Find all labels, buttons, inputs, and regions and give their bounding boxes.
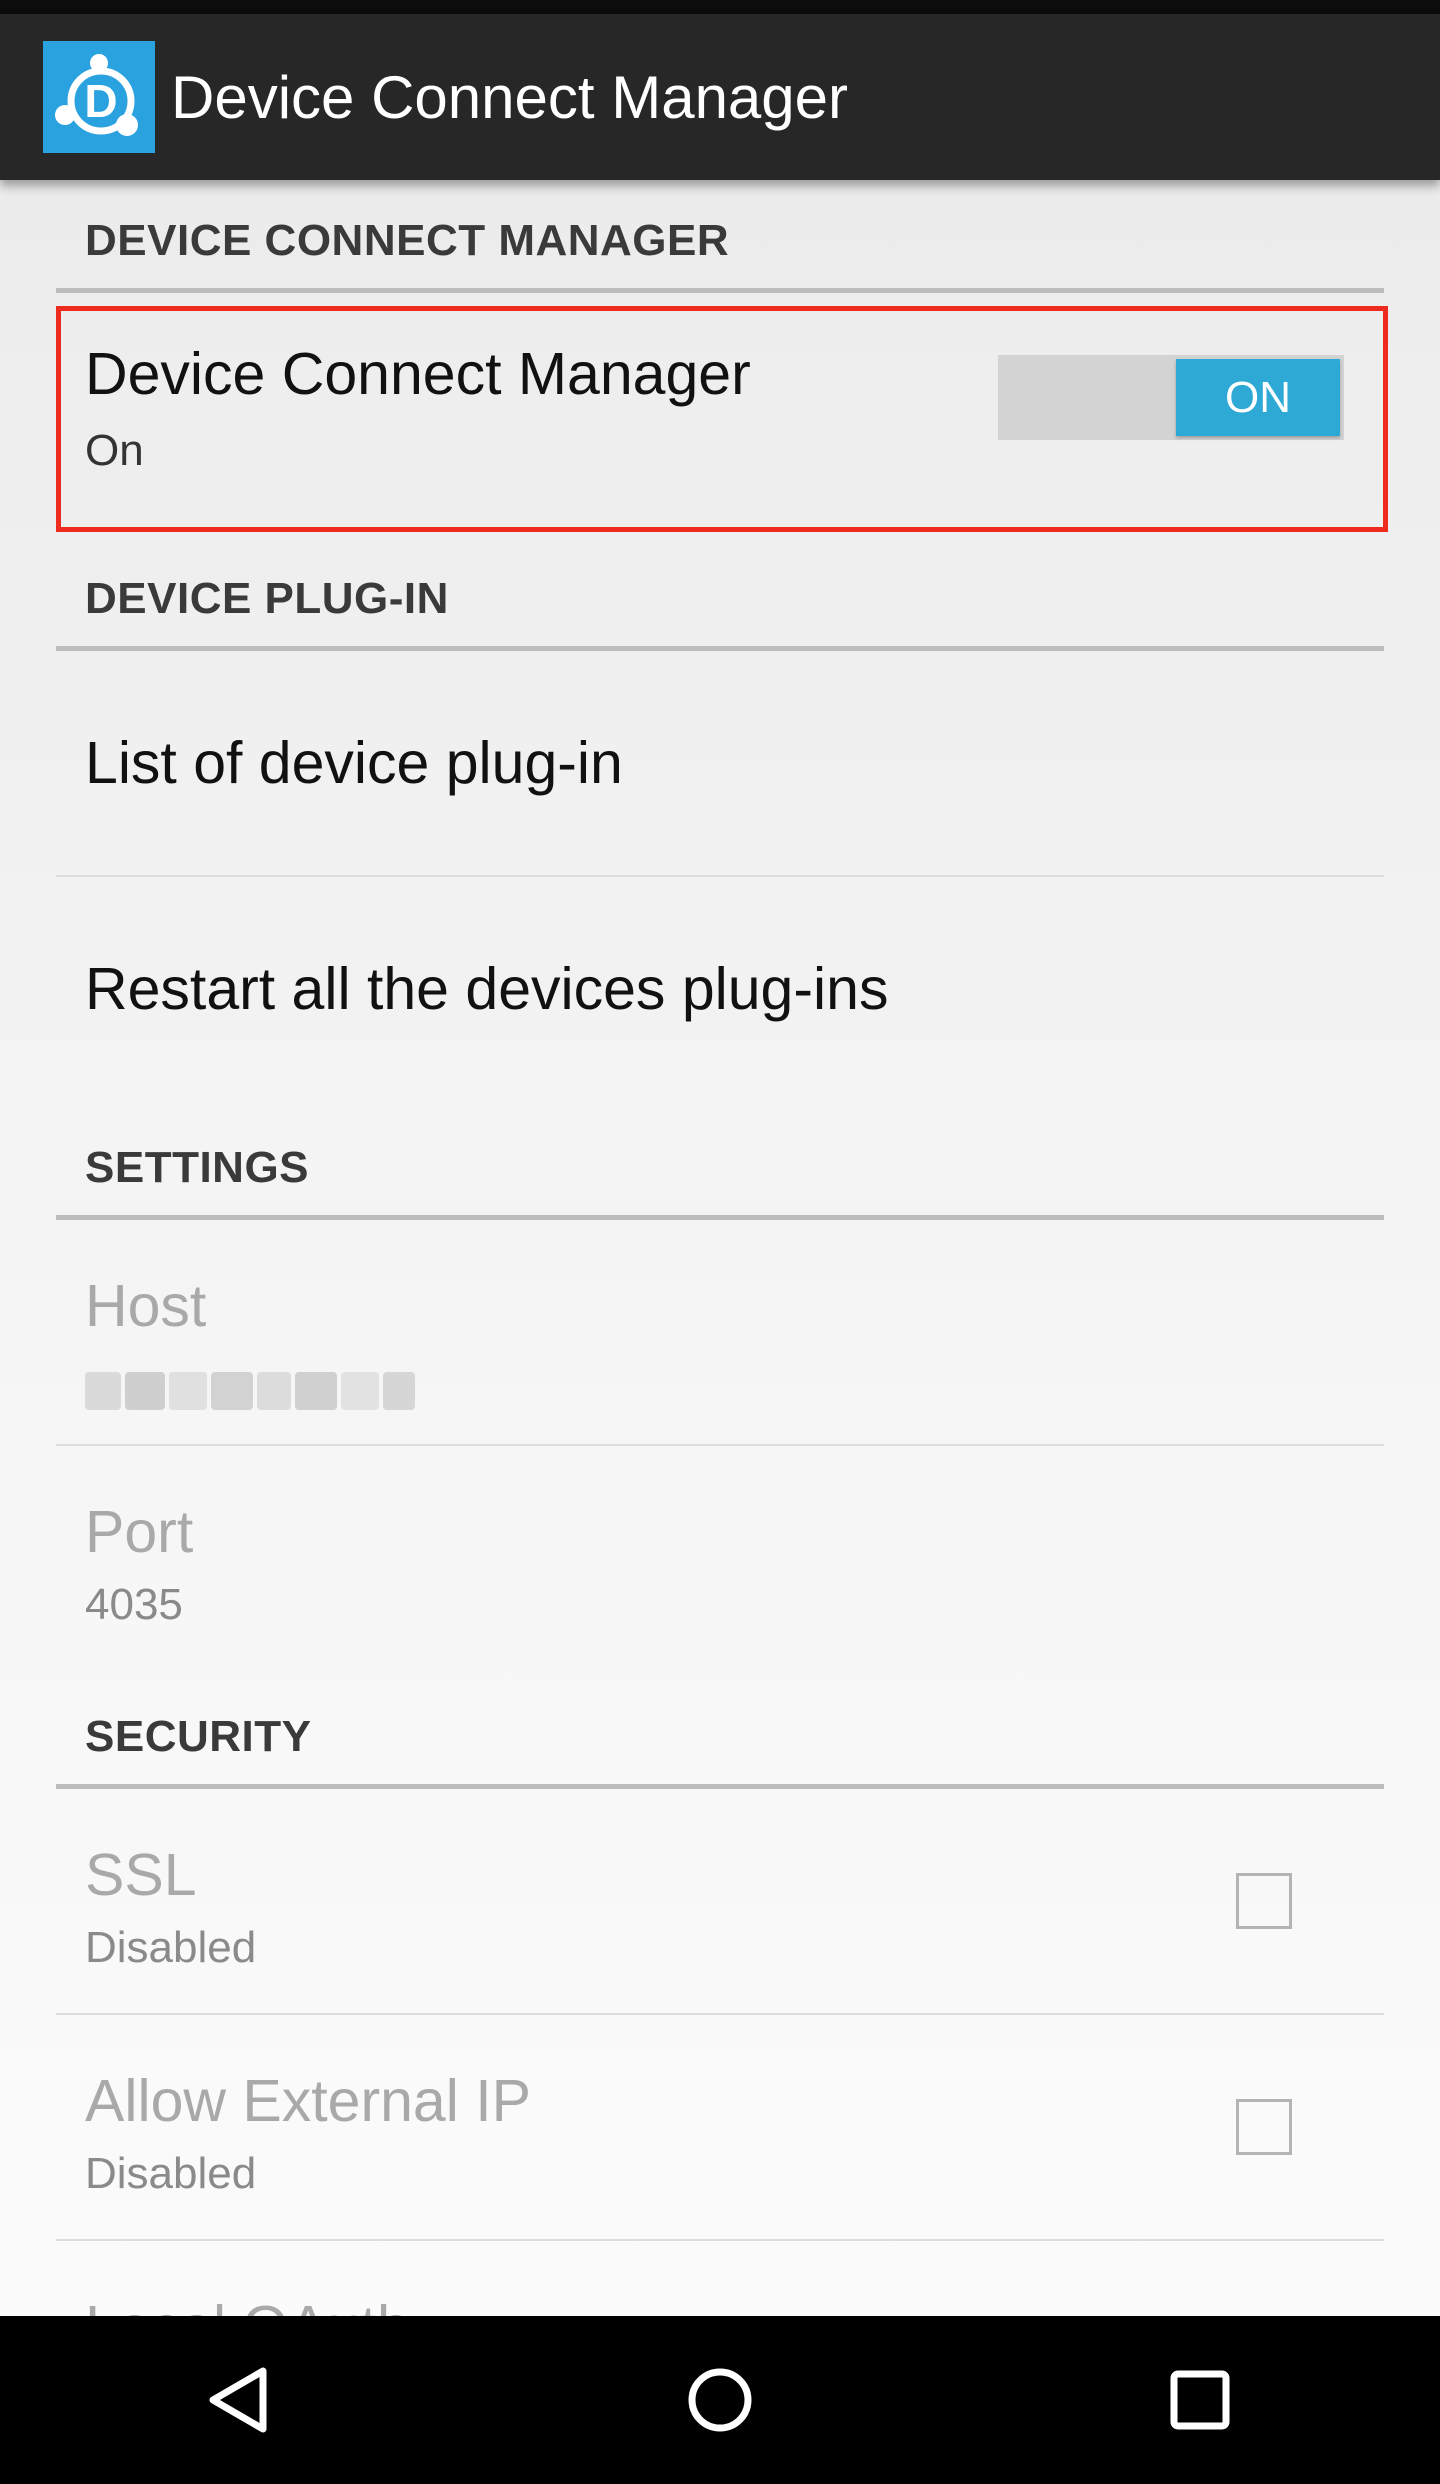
pref-list-plugins[interactable]: List of device plug-in bbox=[56, 651, 1384, 877]
pref-ssl[interactable]: SSL Disabled bbox=[56, 1789, 1384, 2015]
pref-local-oauth[interactable]: Local OAuth bbox=[56, 2241, 1384, 2316]
pref-title: Restart all the devices plug-ins bbox=[85, 956, 889, 1022]
pref-title: Local OAuth bbox=[85, 2293, 410, 2316]
status-bar bbox=[0, 0, 1440, 14]
pref-title: List of device plug-in bbox=[85, 730, 623, 796]
pref-host[interactable]: Host bbox=[56, 1220, 1384, 1446]
preferences-list[interactable]: DEVICE CONNECT MANAGER Device Connect Ma… bbox=[0, 180, 1440, 2316]
pref-title: Port bbox=[85, 1499, 194, 1565]
pref-title: Host bbox=[85, 1273, 207, 1339]
pref-summary: Disabled bbox=[85, 1923, 257, 1972]
pref-summary: 4035 bbox=[85, 1580, 183, 1629]
pref-restart-plugins[interactable]: Restart all the devices plug-ins bbox=[56, 877, 1384, 1103]
category-title: SETTINGS bbox=[85, 1143, 310, 1192]
pref-allow-external-ip[interactable]: Allow External IP Disabled bbox=[56, 2015, 1384, 2241]
home-icon[interactable] bbox=[650, 2330, 790, 2470]
pref-title: Allow External IP bbox=[85, 2068, 531, 2134]
action-bar: D Device Connect Manager bbox=[0, 14, 1440, 180]
highlight-box bbox=[56, 306, 1388, 532]
navigation-bar bbox=[0, 2316, 1440, 2484]
ssl-checkbox[interactable] bbox=[1236, 1873, 1292, 1929]
device-connect-logo-icon: D bbox=[43, 41, 155, 153]
pref-title: SSL bbox=[85, 1842, 197, 1908]
category-title: DEVICE PLUG-IN bbox=[85, 574, 449, 623]
pref-port[interactable]: Port 4035 bbox=[56, 1446, 1384, 1672]
category-device-connect-manager: DEVICE CONNECT MANAGER bbox=[56, 180, 1384, 293]
back-icon[interactable] bbox=[170, 2330, 310, 2470]
pref-summary: Disabled bbox=[85, 2149, 257, 2198]
category-settings: SETTINGS bbox=[56, 1103, 1384, 1220]
host-value-redacted bbox=[85, 1370, 415, 1412]
svg-text:D: D bbox=[84, 75, 117, 127]
category-device-plugin: DEVICE PLUG-IN bbox=[56, 532, 1384, 651]
external-ip-checkbox[interactable] bbox=[1236, 2099, 1292, 2155]
category-title: DEVICE CONNECT MANAGER bbox=[85, 216, 730, 265]
recents-icon[interactable] bbox=[1130, 2330, 1270, 2470]
app-title: Device Connect Manager bbox=[171, 63, 849, 131]
category-title: SECURITY bbox=[85, 1712, 312, 1761]
category-security: SECURITY bbox=[56, 1672, 1384, 1789]
